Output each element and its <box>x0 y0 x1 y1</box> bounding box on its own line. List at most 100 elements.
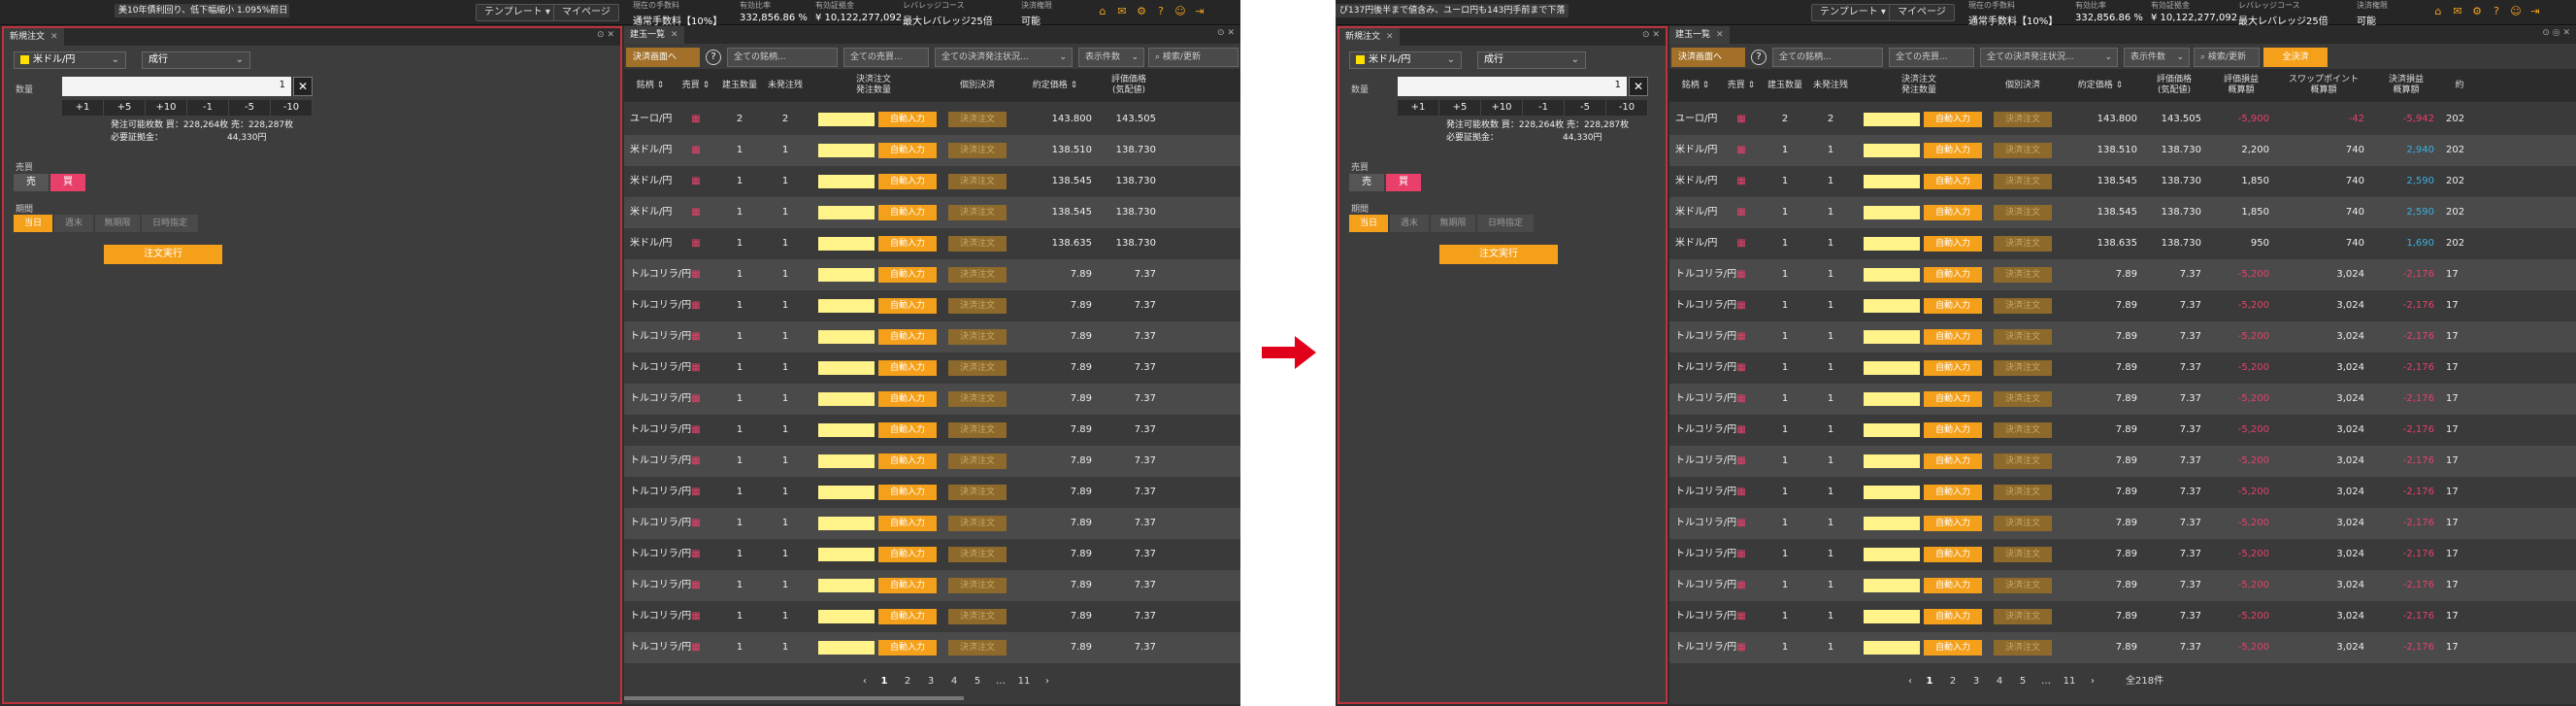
order-qty-input[interactable] <box>818 299 875 313</box>
settle-order-button[interactable]: 決済注文 <box>1994 329 2052 345</box>
settle-order-button[interactable]: 決済注文 <box>948 516 1007 531</box>
quantity-input[interactable]: 1 <box>62 77 291 96</box>
th-eval-price[interactable]: 評価価格 (気配値) <box>1096 69 1162 102</box>
auto-fill-button[interactable]: 自動入力 <box>878 547 937 562</box>
side-filter[interactable]: 全ての売買... <box>1889 48 1974 67</box>
table-row[interactable]: トルコリラ/円 ▦ 1 1 自動入力 決済注文 7.89 7.37 -5,200 3,024 -2,… <box>1669 570 2576 601</box>
side-filter[interactable]: 全ての売買... <box>843 48 929 67</box>
logout-icon[interactable]: ⇥ <box>2527 4 2543 19</box>
settle-order-button[interactable]: 決済注文 <box>1994 454 2052 469</box>
tab-positions[interactable]: 建玉一覧 ✕ <box>1669 26 1730 44</box>
auto-fill-button[interactable]: 自動入力 <box>1924 578 1982 593</box>
order-qty-input[interactable] <box>818 517 875 530</box>
page-1[interactable]: 1 <box>876 673 892 690</box>
auto-fill-button[interactable]: 自動入力 <box>1924 298 1982 314</box>
mail-icon[interactable]: ✉ <box>1114 4 1130 19</box>
auto-fill-button[interactable]: 自動入力 <box>1924 391 1982 407</box>
step-plus10[interactable]: +10 <box>146 100 187 116</box>
table-row[interactable]: トルコリラ/円 ▦ 1 1 自動入力 決済注文 7.89 7.37 -5,200 3,024 -2,… <box>1669 632 2576 663</box>
buy-button[interactable]: 買 <box>1386 174 1421 191</box>
search-button[interactable]: ⌕ 検索/更新 <box>1148 48 1238 67</box>
mypage-button[interactable]: マイページ <box>553 4 619 21</box>
settle-order-button[interactable]: 決済注文 <box>948 422 1007 438</box>
step-minus5[interactable]: -5 <box>229 100 271 116</box>
order-qty-input[interactable] <box>1864 175 1920 188</box>
table-row[interactable]: トルコリラ/円 ▦ 1 1 自動入力 決済注文 7.89 7.37 <box>624 601 1240 632</box>
th-eval-pl[interactable]: 評価損益 概算額 <box>2207 69 2275 102</box>
tab-new-order[interactable]: 新規注文 ✕ <box>1339 28 1400 46</box>
buy-button[interactable]: 買 <box>50 174 85 191</box>
order-qty-input[interactable] <box>1864 144 1920 157</box>
order-qty-input[interactable] <box>818 237 875 251</box>
settle-order-button[interactable]: 決済注文 <box>1994 485 2052 500</box>
template-button[interactable]: テンプレート ▾ <box>476 4 559 21</box>
auto-fill-button[interactable]: 自動入力 <box>878 143 937 158</box>
table-row[interactable]: ユーロ/円 ▦ 2 2 自動入力 決済注文 143.800 143.505 <box>624 104 1240 135</box>
order-qty-input[interactable] <box>818 206 875 219</box>
th-side[interactable]: 売買 ⇕ <box>1722 69 1761 102</box>
table-row[interactable]: トルコリラ/円 ▦ 1 1 自動入力 決済注文 7.89 7.37 <box>624 353 1240 384</box>
settle-order-button[interactable]: 決済注文 <box>948 454 1007 469</box>
settle-screen-button[interactable]: 決済画面へ <box>626 48 700 67</box>
auto-fill-button[interactable]: 自動入力 <box>1924 205 1982 220</box>
settle-order-button[interactable]: 決済注文 <box>1994 422 2052 438</box>
auto-fill-button[interactable]: 自動入力 <box>878 236 937 252</box>
table-row[interactable]: トルコリラ/円 ▦ 1 1 自動入力 決済注文 7.89 7.37 -5,200 3,024 -2,… <box>1669 321 2576 353</box>
th-price[interactable]: 約定価格 ⇕ <box>2060 69 2141 102</box>
order-qty-input[interactable] <box>1864 486 1920 499</box>
settle-order-button[interactable]: 決済注文 <box>948 609 1007 624</box>
settle-order-button[interactable]: 決済注文 <box>948 329 1007 345</box>
table-row[interactable]: トルコリラ/円 ▦ 1 1 自動入力 決済注文 7.89 7.37 -5,200 3,024 -2,… <box>1669 259 2576 290</box>
gear-icon[interactable]: ⚙ <box>2469 4 2485 19</box>
auto-fill-button[interactable]: 自動入力 <box>878 422 937 438</box>
settle-order-button[interactable]: 決済注文 <box>948 267 1007 283</box>
pair-filter[interactable]: 全ての銘柄... <box>727 48 838 67</box>
close-icon[interactable]: ✕ <box>1716 30 1724 40</box>
th-side[interactable]: 売買 ⇕ <box>677 69 715 102</box>
order-type-select[interactable]: 成行 ⌄ <box>142 51 250 69</box>
order-qty-input[interactable] <box>1864 299 1920 313</box>
panel-tools[interactable]: ⊙ ✕ <box>597 30 614 40</box>
table-row[interactable]: トルコリラ/円 ▦ 1 1 自動入力 決済注文 7.89 7.37 -5,200 3,024 -2,… <box>1669 353 2576 384</box>
pair-select[interactable]: 米ドル/円 ⌄ <box>1349 51 1462 69</box>
order-qty-input[interactable] <box>818 610 875 623</box>
table-row[interactable]: トルコリラ/円 ▦ 1 1 自動入力 決済注文 7.89 7.37 <box>624 446 1240 477</box>
panel-tools[interactable]: ⊙ ✕ <box>1642 30 1660 40</box>
table-row[interactable]: 米ドル/円 ▦ 1 1 自動入力 決済注文 138.545 138.730 1,850 740 2,… <box>1669 166 2576 197</box>
period-weekend[interactable]: 週末 <box>54 215 93 232</box>
prev-page-icon[interactable]: ‹ <box>857 673 873 690</box>
table-row[interactable]: トルコリラ/円 ▦ 1 1 自動入力 決済注文 7.89 7.37 -5,200 3,024 -2,… <box>1669 539 2576 570</box>
settle-order-button[interactable]: 決済注文 <box>1994 578 2052 593</box>
th-settle-pl[interactable]: 決済損益 概算額 <box>2372 69 2440 102</box>
order-qty-input[interactable] <box>1864 330 1920 344</box>
settle-order-button[interactable]: 決済注文 <box>1994 516 2052 531</box>
settle-order-button[interactable]: 決済注文 <box>948 143 1007 158</box>
table-row[interactable]: トルコリラ/円 ▦ 1 1 自動入力 決済注文 7.89 7.37 -5,200 3,024 -2,… <box>1669 601 2576 632</box>
order-qty-input[interactable] <box>1864 206 1920 219</box>
panel-tools[interactable]: ⊙ ✕ <box>1217 28 1235 38</box>
order-qty-input[interactable] <box>1864 454 1920 468</box>
table-row[interactable]: トルコリラ/円 ▦ 1 1 自動入力 決済注文 7.89 7.37 -5,200 3,024 -2,… <box>1669 477 2576 508</box>
step-minus1[interactable]: -1 <box>187 100 229 116</box>
step-plus5[interactable]: +5 <box>1439 100 1481 116</box>
period-weekend[interactable]: 週末 <box>1390 215 1429 232</box>
auto-fill-button[interactable]: 自動入力 <box>878 112 937 127</box>
page-2[interactable]: 2 <box>900 673 915 690</box>
table-row[interactable]: 米ドル/円 ▦ 1 1 自動入力 決済注文 138.635 138.730 950 740 1,69… <box>1669 228 2576 259</box>
period-datetime[interactable]: 日時指定 <box>1477 215 1534 232</box>
auto-fill-button[interactable]: 自動入力 <box>1924 143 1982 158</box>
settle-order-button[interactable]: 決済注文 <box>948 174 1007 189</box>
table-row[interactable]: 米ドル/円 ▦ 1 1 自動入力 決済注文 138.545 138.730 <box>624 166 1240 197</box>
settle-screen-button[interactable]: 決済画面へ <box>1671 48 1745 67</box>
help-icon[interactable]: ? <box>2489 4 2504 19</box>
close-icon[interactable]: ✕ <box>1386 32 1394 42</box>
order-qty-input[interactable] <box>818 579 875 592</box>
table-row[interactable]: トルコリラ/円 ▦ 1 1 自動入力 決済注文 7.89 7.37 <box>624 539 1240 570</box>
table-row[interactable]: トルコリラ/円 ▦ 1 1 自動入力 決済注文 7.89 7.37 -5,200 3,024 -2,… <box>1669 290 2576 321</box>
clear-icon[interactable]: ✕ <box>1629 77 1648 96</box>
auto-fill-button[interactable]: 自動入力 <box>1924 547 1982 562</box>
template-button[interactable]: テンプレート ▾ <box>1811 4 1895 21</box>
sell-button[interactable]: 売 <box>1349 174 1384 191</box>
auto-fill-button[interactable]: 自動入力 <box>878 329 937 345</box>
auto-fill-button[interactable]: 自動入力 <box>878 609 937 624</box>
